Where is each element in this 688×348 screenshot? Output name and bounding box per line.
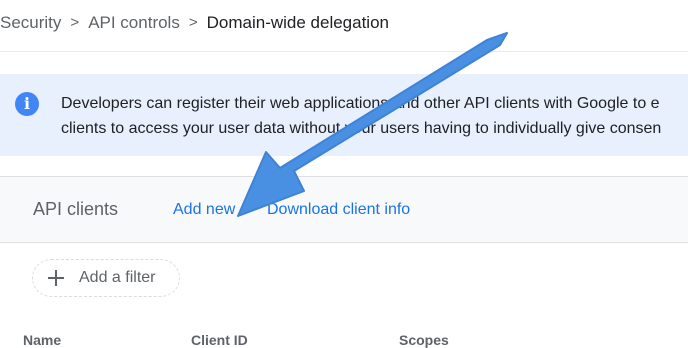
info-banner-text: Developers can register their web applic…: [61, 91, 688, 141]
admin-console-page: Security > API controls > Domain-wide de…: [0, 0, 688, 348]
add-new-button[interactable]: Add new: [173, 201, 235, 219]
page-title: Domain-wide delegation: [206, 12, 389, 32]
info-banner: i Developers can register their web appl…: [0, 74, 688, 156]
breadcrumb-separator-icon: >: [188, 14, 198, 31]
info-banner-line-2: clients to access your user data without…: [61, 120, 662, 137]
plus-icon: [48, 270, 64, 286]
breadcrumb: Security > API controls > Domain-wide de…: [0, 0, 688, 52]
column-header-scopes[interactable]: Scopes: [399, 332, 449, 348]
api-clients-panel: API clients Add new Download client info…: [0, 176, 688, 348]
breadcrumb-item-security[interactable]: Security: [0, 13, 61, 33]
info-icon: i: [15, 92, 39, 116]
api-clients-title: API clients: [33, 199, 119, 219]
breadcrumb-separator-icon: >: [70, 14, 80, 31]
download-client-info-button[interactable]: Download client info: [267, 201, 410, 219]
breadcrumb-item-api-controls[interactable]: API controls: [88, 13, 180, 33]
add-filter-label: Add a filter: [79, 269, 156, 286]
api-clients-header: API clients Add new Download client info: [0, 177, 688, 243]
column-header-client-id[interactable]: Client ID: [191, 332, 248, 348]
add-filter-button[interactable]: Add a filter: [32, 259, 180, 297]
info-banner-line-1: Developers can register their web applic…: [61, 95, 660, 112]
column-header-name[interactable]: Name: [23, 332, 61, 348]
